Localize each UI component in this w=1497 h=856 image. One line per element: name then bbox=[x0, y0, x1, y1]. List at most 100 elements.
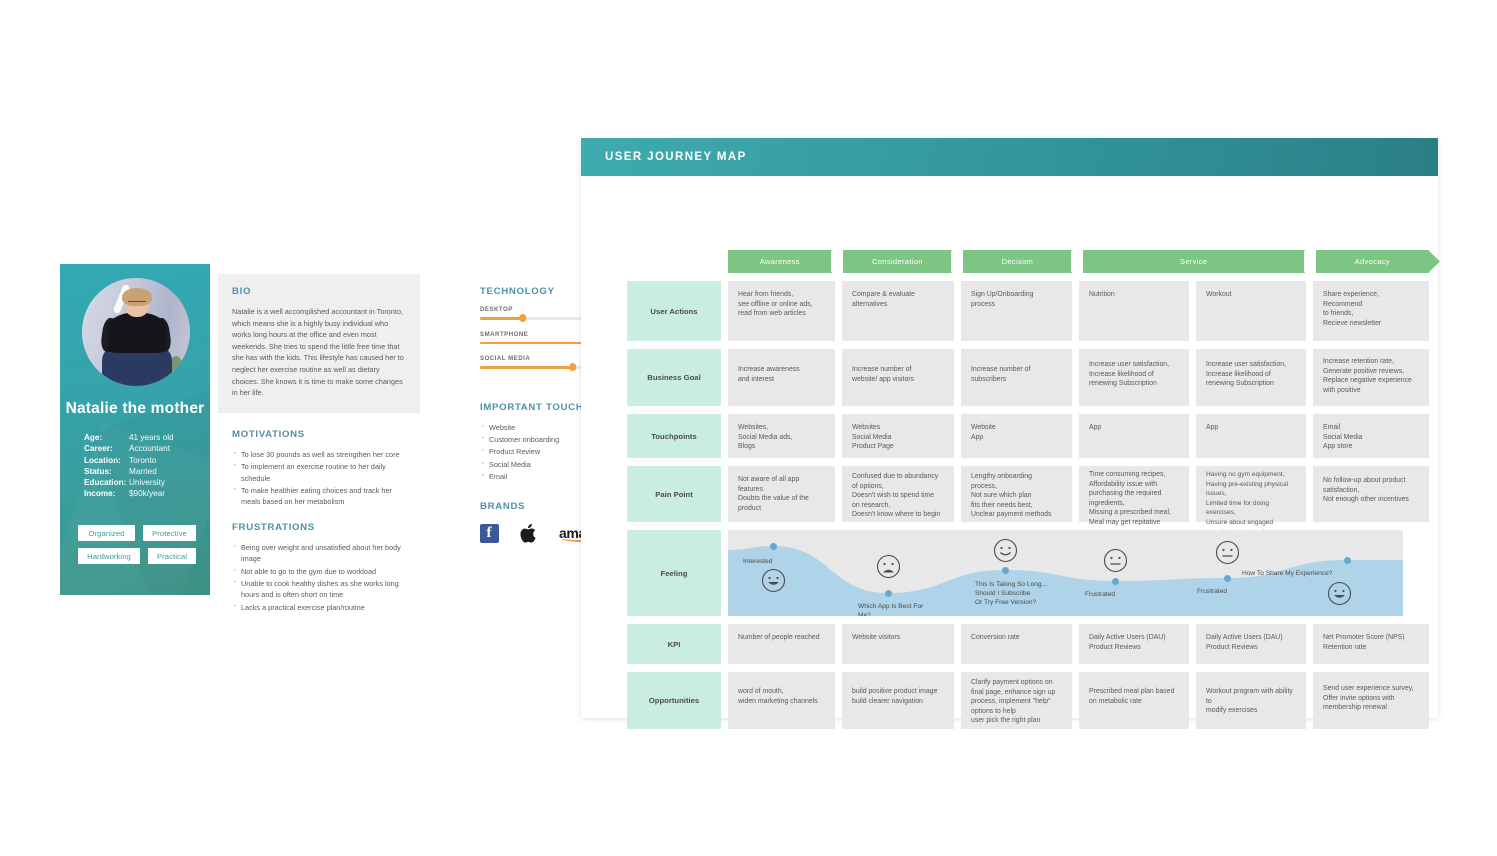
table-cell: Sign Up/Onboarding process bbox=[961, 281, 1072, 341]
phase-notch bbox=[951, 250, 964, 273]
frustrations-title: FRUSTRATIONS bbox=[232, 521, 315, 533]
persona-facts-list: Age: 41 years old Career: Accountant Loc… bbox=[84, 432, 204, 500]
list-item: Lacks a practical exercise plan/routine bbox=[232, 601, 406, 613]
trait-tag-row: Organized Protective bbox=[78, 525, 198, 541]
trait-tag-organized[interactable]: Organized bbox=[78, 525, 135, 541]
table-cell: Increase number of website/ app visitors bbox=[842, 349, 954, 406]
table-cell: Nutrition bbox=[1079, 281, 1189, 341]
phase-service[interactable]: Service bbox=[1082, 250, 1316, 273]
feeling-data-point bbox=[1001, 566, 1009, 574]
table-cell: Website App bbox=[961, 414, 1072, 458]
table-cell: Number of people reached bbox=[728, 624, 835, 664]
persona-fact-career: Career: Accountant bbox=[84, 443, 204, 454]
table-cell: Websites Social Media Product Page bbox=[842, 414, 954, 458]
page-title: USER JOURNEY MAP bbox=[605, 151, 747, 163]
feeling-emoji-icon bbox=[1215, 540, 1240, 565]
row-label: Feeling bbox=[627, 530, 721, 616]
table-cell: Compare & evaluate alternatives bbox=[842, 281, 954, 341]
feeling-data-point bbox=[1223, 574, 1231, 582]
persona-fact-education: Education: University bbox=[84, 477, 204, 488]
feeling-emoji-icon bbox=[993, 538, 1018, 563]
table-cell: App bbox=[1079, 414, 1189, 458]
persona-fact-location: Location: Toronto bbox=[84, 455, 204, 466]
journey-row-pain-point: Pain Point Not aware of all app features… bbox=[627, 466, 1429, 536]
list-item: Being over weight and unsatisfied about … bbox=[232, 541, 406, 565]
slider-fill bbox=[480, 341, 589, 344]
trait-tag-hardworking[interactable]: Hardworking bbox=[78, 548, 140, 564]
fact-label: Status: bbox=[84, 466, 112, 476]
table-cell: Increase number of subscribers bbox=[961, 349, 1072, 406]
table-cell: Net Promoter Score (NPS) Retention rate bbox=[1313, 624, 1429, 664]
slider-knob[interactable] bbox=[568, 363, 577, 371]
phase-band: Awareness Consideration Decision Service bbox=[728, 250, 1440, 273]
fact-value: 41 years old bbox=[129, 433, 174, 442]
table-cell: Time consuming recipes, Affordability is… bbox=[1079, 466, 1189, 526]
journey-map-header: USER JOURNEY MAP bbox=[581, 138, 1438, 176]
feeling-emoji-icon bbox=[761, 568, 786, 593]
user-journey-map-panel: USER JOURNEY MAP Awareness Consideration… bbox=[581, 138, 1440, 729]
journey-row-user-actions: User Actions Hear from friends, see offl… bbox=[627, 281, 1429, 341]
persona-card-left-panel: Natalie the mother Age: 41 years old Car… bbox=[60, 264, 210, 595]
table-cell: Conversion rate bbox=[961, 624, 1072, 664]
table-cell: Share experience, Recommend to friends, … bbox=[1313, 281, 1429, 341]
phase-notch bbox=[1070, 250, 1083, 273]
fact-value: Married bbox=[129, 466, 157, 476]
table-cell: Prescribed meal plan based on metabolic … bbox=[1079, 672, 1189, 729]
feeling-label: How To Share My Experience? bbox=[1242, 570, 1333, 577]
row-label: Touchpoints bbox=[627, 414, 721, 458]
phase-decision[interactable]: Decision bbox=[963, 250, 1083, 273]
persona-fact-status: Status: Married bbox=[84, 466, 204, 477]
feeling-emoji-icon bbox=[876, 554, 901, 579]
phase-notch bbox=[830, 250, 843, 273]
feeling-chart: Interested Which App Is Best For Me? This … bbox=[728, 530, 1403, 616]
bio-title: BIO bbox=[232, 286, 252, 297]
phase-label: Decision bbox=[1001, 257, 1034, 266]
journey-row-business-goal: Business Goal Increase awareness and int… bbox=[627, 349, 1429, 406]
list-item: To make healthier eating choices and tra… bbox=[232, 484, 406, 508]
table-cell: App bbox=[1196, 414, 1306, 458]
feeling-label: Interested bbox=[743, 558, 773, 565]
persona-bio-column: BIO Natalie is a well accomplished accou… bbox=[210, 264, 420, 613]
table-cell: Daily Active Users (DAU) Product Reviews bbox=[1079, 624, 1189, 664]
table-cell: Increase retention rate, Generate positi… bbox=[1313, 349, 1429, 406]
row-label: Pain Point bbox=[627, 466, 721, 522]
feeling-data-point bbox=[1343, 556, 1351, 564]
table-cell: Increase user satisfaction, Increase lik… bbox=[1196, 349, 1306, 406]
frustrations-list: Being over weight and unsatisfied about … bbox=[232, 541, 406, 613]
table-cell: Not aware of all app features Doubts the… bbox=[728, 466, 835, 522]
avatar bbox=[82, 278, 190, 386]
feeling-data-point bbox=[884, 589, 892, 597]
bio-box: BIO Natalie is a well accomplished accou… bbox=[218, 274, 420, 413]
table-cell: Email Social Media App store bbox=[1313, 414, 1429, 458]
table-cell: Workout program with ability to modify e… bbox=[1196, 672, 1306, 729]
table-cell: word of mouth, widen marketing channels bbox=[728, 672, 835, 729]
feeling-emoji-icon bbox=[1327, 581, 1352, 606]
table-cell: Workout bbox=[1196, 281, 1306, 341]
motivations-list: To lose 30 pounds as well as strengthen … bbox=[232, 448, 406, 508]
facebook-logo-icon bbox=[480, 523, 499, 543]
avatar-shirt bbox=[108, 313, 166, 353]
fact-label: Education: bbox=[84, 478, 127, 488]
phase-label: Awareness bbox=[759, 257, 800, 266]
avatar-skirt bbox=[102, 349, 172, 386]
feeling-label: This Is Taking So Long... Should I Subsc… bbox=[975, 581, 1048, 606]
phase-arrow-tip bbox=[1428, 250, 1440, 273]
fact-value: University bbox=[129, 478, 165, 488]
trait-tag-row: Hardworking Practical bbox=[78, 548, 198, 564]
persona-trait-tags: Organized Protective Hardworking Practic… bbox=[78, 525, 198, 571]
row-label: Opportunities bbox=[627, 672, 721, 729]
phase-advocacy[interactable]: Advocacy bbox=[1315, 250, 1440, 273]
list-item: Not able to go to the gym due to workloa… bbox=[232, 565, 406, 577]
phase-awareness[interactable]: Awareness bbox=[728, 250, 843, 273]
motivations-title: MOTIVATIONS bbox=[232, 428, 305, 440]
table-cell: Website visitors bbox=[842, 624, 954, 664]
phase-consideration[interactable]: Consideration bbox=[842, 250, 964, 273]
trait-tag-practical[interactable]: Practical bbox=[148, 548, 196, 564]
slider-knob[interactable] bbox=[518, 314, 527, 322]
row-label: Business Goal bbox=[627, 349, 721, 406]
bio-text: Natalie is a well accomplished accountan… bbox=[232, 307, 404, 398]
table-cell: Confused due to abundancy of options, Do… bbox=[842, 466, 954, 522]
trait-tag-protective[interactable]: Protective bbox=[143, 525, 196, 541]
table-cell: Increase awareness and interest bbox=[728, 349, 835, 406]
